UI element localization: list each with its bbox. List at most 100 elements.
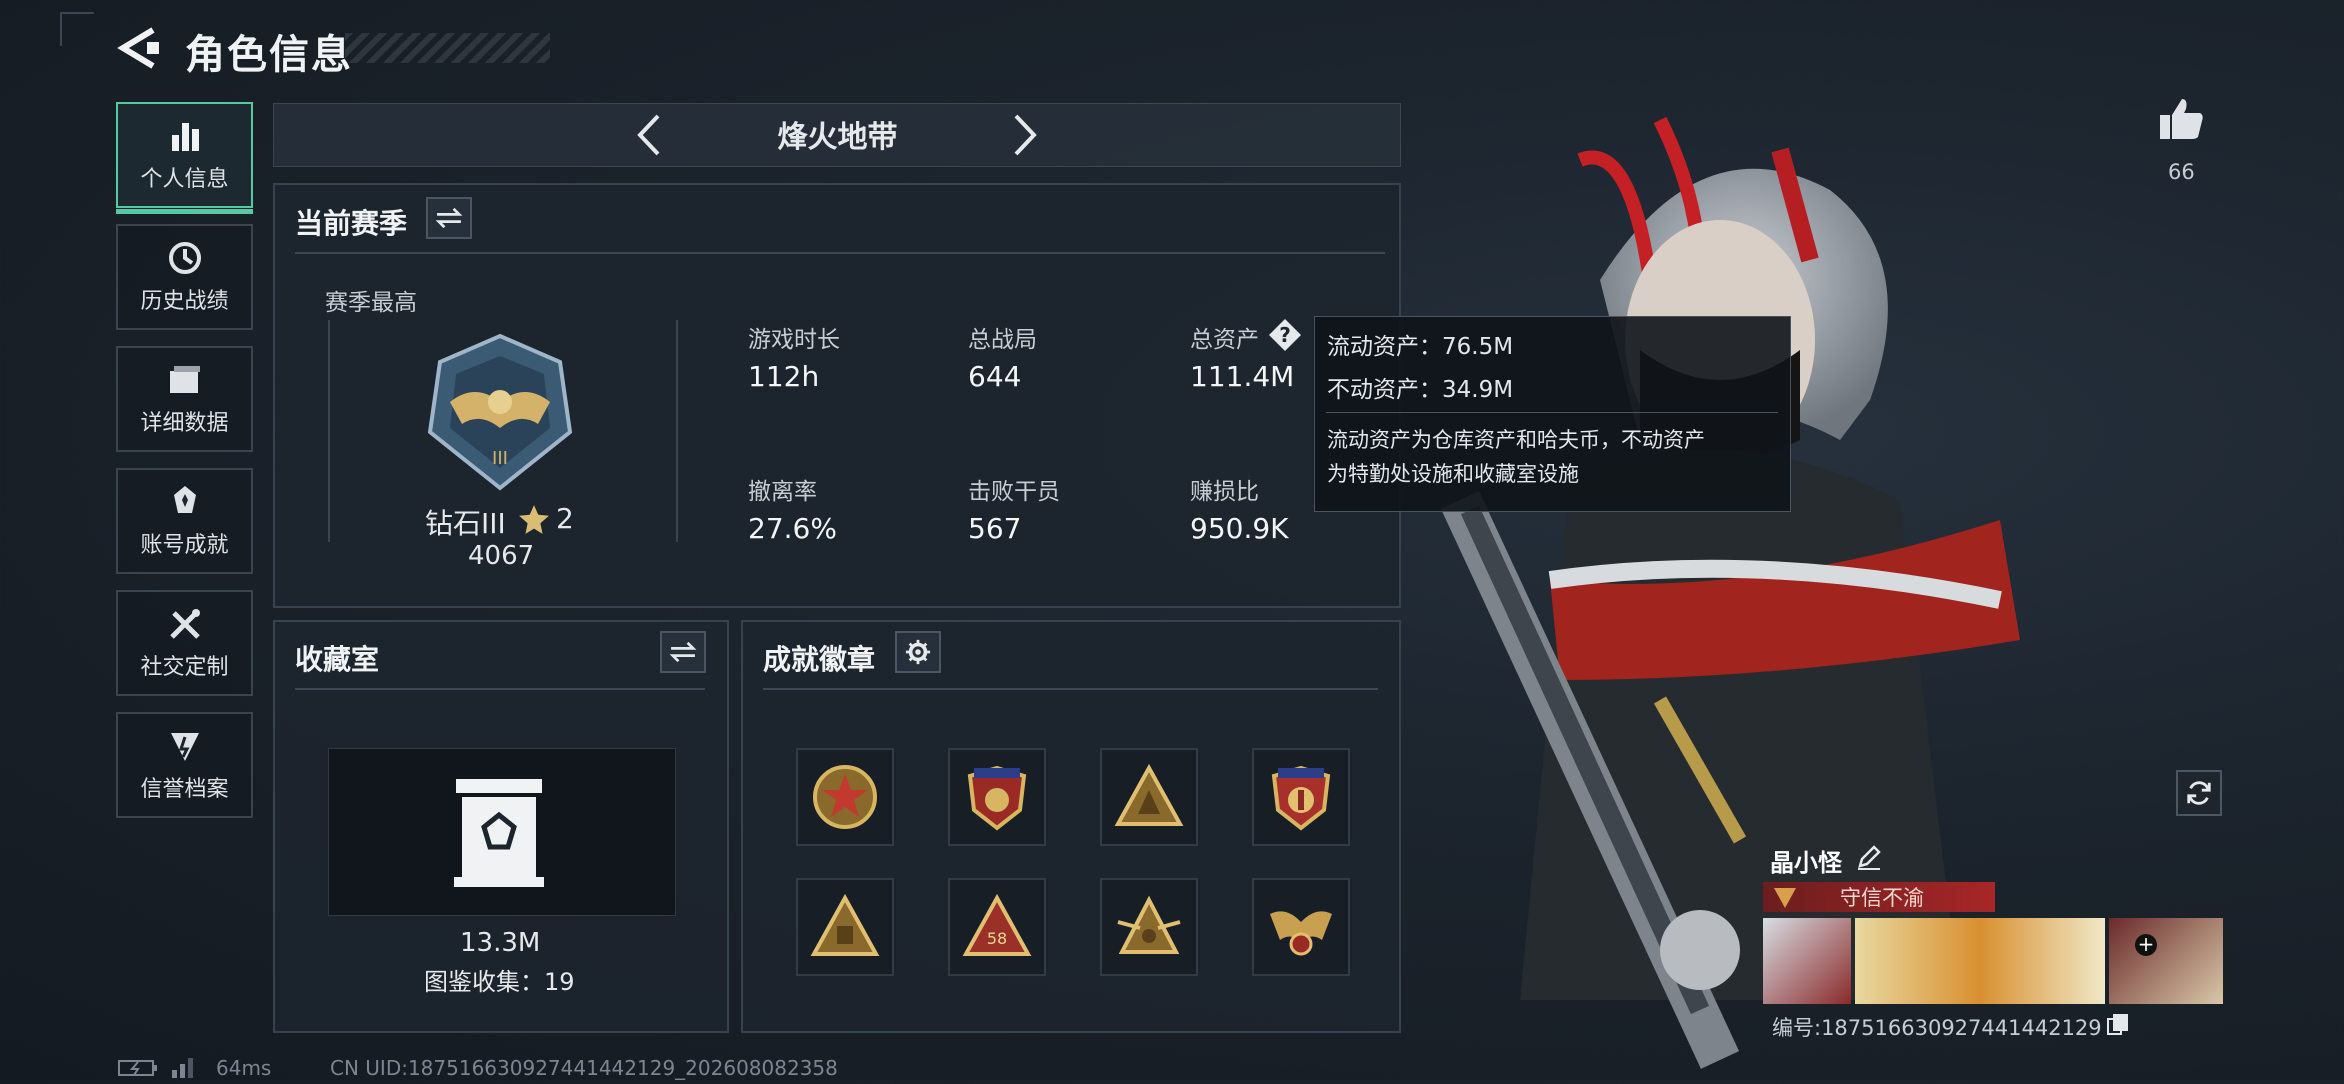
shield-eagle-icon	[1271, 765, 1331, 831]
corner-decoration	[60, 12, 94, 46]
season-switch-button[interactable]	[426, 197, 472, 239]
badge-slot[interactable]	[1100, 878, 1198, 976]
photo-thumb[interactable]	[1763, 918, 1851, 1004]
chevron-right-icon	[1014, 114, 1037, 156]
stat-value-profit-ratio: 950.9K	[1190, 512, 1289, 545]
gear-icon	[905, 639, 931, 665]
season-best-label: 赛季最高	[325, 290, 417, 316]
history-clock-icon	[168, 242, 201, 274]
mode-label: 烽火地带	[777, 120, 898, 155]
collection-title: 收藏室	[295, 643, 380, 676]
like-count: 66	[2168, 160, 2195, 184]
stat-value-kills: 567	[968, 512, 1022, 545]
badge-slot[interactable]: 58	[948, 878, 1046, 976]
stat-label-total-assets: 总资产	[1190, 327, 1259, 353]
sidebar-item-label: 信誉档案	[140, 777, 229, 802]
collection-count: 图鉴收集：19	[424, 968, 575, 996]
photo-thumb[interactable]	[2109, 918, 2223, 1004]
badges-settings-button[interactable]	[895, 631, 941, 673]
next-mode-button[interactable]	[1010, 112, 1040, 158]
badge-slot[interactable]	[948, 748, 1046, 846]
thumbs-up-icon	[2160, 99, 2203, 139]
tooltip-fixed-assets: 不动资产：34.9M	[1327, 377, 1514, 403]
back-button[interactable]	[115, 26, 165, 70]
sidebar-item-reputation[interactable]: 信誉档案	[116, 712, 253, 818]
swap-icon	[435, 207, 463, 229]
back-arrow-icon	[117, 27, 159, 69]
tooltip-desc-line1: 流动资产为仓库资产和哈夫币，不动资产	[1327, 428, 1705, 452]
stat-value-total-assets: 111.4M	[1190, 360, 1295, 393]
pencil-icon	[1858, 845, 1881, 870]
folder-icon	[169, 366, 200, 393]
collection-value: 13.3M	[460, 928, 541, 958]
battery-icon	[118, 1058, 158, 1082]
sidebar-item-history[interactable]: 历史战绩	[116, 224, 253, 330]
reputation-icon	[1772, 884, 1798, 914]
rotate-model-button[interactable]	[2176, 770, 2222, 816]
refresh-icon	[2187, 781, 2211, 805]
stat-value-playtime: 112h	[748, 360, 820, 393]
star-medal-icon	[813, 765, 877, 829]
uid-text: CN UID:187516630927441442129_20260808235…	[330, 1056, 838, 1080]
sidebar-item-label: 账号成就	[140, 533, 229, 558]
svg-text:?: ?	[1279, 323, 1291, 347]
sidebar-item-details[interactable]: 详细数据	[116, 346, 253, 452]
copy-id-button[interactable]	[2106, 1012, 2130, 1040]
triangle-winged-icon	[1117, 895, 1181, 954]
sidebar-item-achievements[interactable]: 账号成就	[116, 468, 253, 574]
rank-emblem-icon: III	[420, 332, 580, 496]
badges-title: 成就徽章	[763, 643, 876, 676]
player-name: 晶小怪	[1770, 849, 1842, 877]
copy-icon	[2107, 1014, 2128, 1035]
achievement-icon	[173, 486, 196, 513]
stat-label-extract-rate: 撤离率	[748, 479, 817, 505]
photo-thumb[interactable]	[1855, 918, 2105, 1004]
tooltip-desc-line2: 为特勤处设施和收藏室设施	[1327, 462, 1579, 486]
ping-value: 64ms	[216, 1056, 272, 1080]
stat-label-profit-ratio: 赚损比	[1190, 479, 1259, 505]
help-icon[interactable]: ?	[1268, 318, 1302, 356]
badge-slot[interactable]	[1252, 878, 1350, 976]
divider	[763, 688, 1378, 690]
stat-label-kills: 击败干员	[968, 479, 1060, 505]
triangle-badge-icon	[1114, 763, 1184, 826]
sidebar-item-label: 历史战绩	[140, 289, 229, 314]
prev-mode-button[interactable]	[634, 112, 664, 158]
divider	[295, 252, 1385, 254]
reputation-label: 守信不渝	[1840, 886, 1924, 910]
stat-value-extract-rate: 27.6%	[748, 512, 837, 545]
collection-switch-button[interactable]	[660, 631, 706, 673]
add-photo-icon[interactable]: +	[2135, 934, 2157, 956]
sidebar-item-personal-info[interactable]: 个人信息	[116, 102, 253, 214]
rank-name: 钻石III	[425, 507, 506, 540]
shield-star-icon	[967, 765, 1027, 831]
divider	[295, 688, 705, 690]
rank-star-icon	[518, 503, 550, 539]
tooltip-liquid-assets: 流动资产：76.5M	[1327, 334, 1514, 360]
triangle-badge-icon	[810, 893, 880, 956]
edit-name-button[interactable]	[1856, 844, 1882, 874]
badge-slot[interactable]	[796, 748, 894, 846]
sidebar-item-label: 详细数据	[140, 411, 229, 436]
sidebar-item-label: 个人信息	[140, 167, 229, 192]
triangle-58-icon: 58	[962, 893, 1032, 956]
stat-label-playtime: 游戏时长	[748, 327, 840, 353]
vault-icon	[452, 775, 546, 893]
chevron-left-icon	[637, 114, 660, 156]
player-id: 编号:1875166309274414421​29	[1772, 1016, 2102, 1040]
like-button[interactable]	[2158, 95, 2206, 147]
photo-strip[interactable]: +	[1763, 918, 2223, 1004]
badge-slot[interactable]	[1100, 748, 1198, 846]
sidebar-item-social[interactable]: 社交定制	[116, 590, 253, 696]
signal-icon	[170, 1054, 200, 1082]
rank-stars-count: 2	[556, 502, 574, 535]
tools-icon	[169, 609, 200, 639]
sidebar-item-label: 社交定制	[140, 655, 229, 680]
badge-slot[interactable]	[1252, 748, 1350, 846]
season-title: 当前赛季	[295, 207, 408, 240]
badge-slot[interactable]	[796, 878, 894, 976]
eagle-crest-icon	[1270, 911, 1332, 956]
title-decoration	[345, 33, 550, 63]
stat-value-matches: 644	[968, 360, 1022, 393]
bar-chart-icon	[171, 123, 199, 151]
